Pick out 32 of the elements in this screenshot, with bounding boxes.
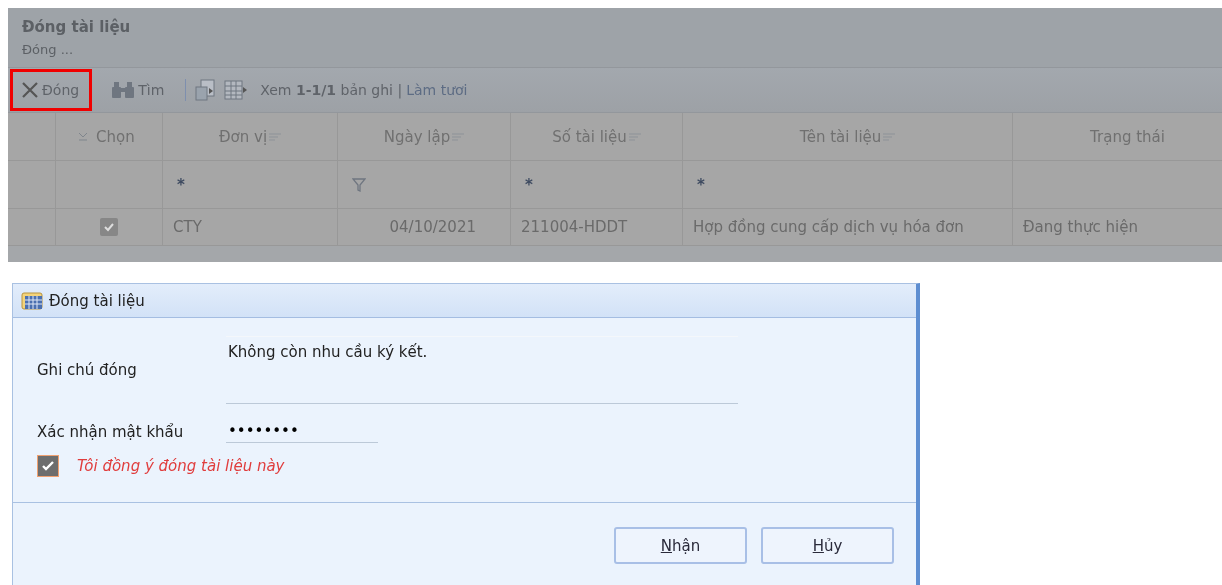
close-icon [21, 81, 39, 99]
export-icon[interactable] [194, 79, 217, 101]
record-count: Xem 1-1/1 bản ghi | [260, 82, 403, 98]
filter-field[interactable]: * [697, 175, 705, 194]
page-title: Đóng tài liệu [22, 18, 132, 36]
ok-button[interactable]: Nhận [614, 527, 747, 564]
table-cell: Đang thực hiện [1023, 218, 1138, 236]
filter-cell [8, 161, 56, 209]
dialog-title: Đóng tài liệu [49, 291, 145, 310]
page-subtitle: Đóng ... [22, 42, 75, 57]
table-cell: 04/10/2021 [389, 218, 476, 236]
field-label: Xác nhận mật khẩu [37, 422, 185, 441]
password-field[interactable]: •••••••• [226, 420, 378, 443]
field-label: Ghi chú đóng [37, 361, 138, 379]
filter-field[interactable]: * [177, 175, 185, 194]
table-cell: Hợp đồng cung cấp dịch vụ hóa đơn [693, 218, 964, 236]
row-checkbox[interactable] [100, 218, 118, 236]
select-all-icon[interactable] [78, 131, 88, 142]
cancel-button[interactable]: Hủy [761, 527, 894, 564]
note-field[interactable]: Không còn nhu cầu ký kết. [226, 336, 738, 404]
calendar-icon [21, 291, 43, 310]
agree-label: Tôi đồng ý đóng tài liệu này [77, 457, 285, 475]
agree-checkbox[interactable] [37, 455, 59, 477]
refresh-link[interactable]: Làm tươi [406, 82, 468, 98]
find-button[interactable]: Tìm [100, 69, 178, 111]
table-cell: CTY [173, 218, 202, 236]
columns-icon[interactable] [224, 80, 249, 100]
filter-icon[interactable] [352, 177, 366, 192]
table-cell: 211004-HDDT [521, 218, 628, 236]
binoculars-icon [111, 81, 136, 99]
filter-field[interactable]: * [525, 175, 533, 194]
close-button[interactable]: Đóng [10, 69, 93, 111]
